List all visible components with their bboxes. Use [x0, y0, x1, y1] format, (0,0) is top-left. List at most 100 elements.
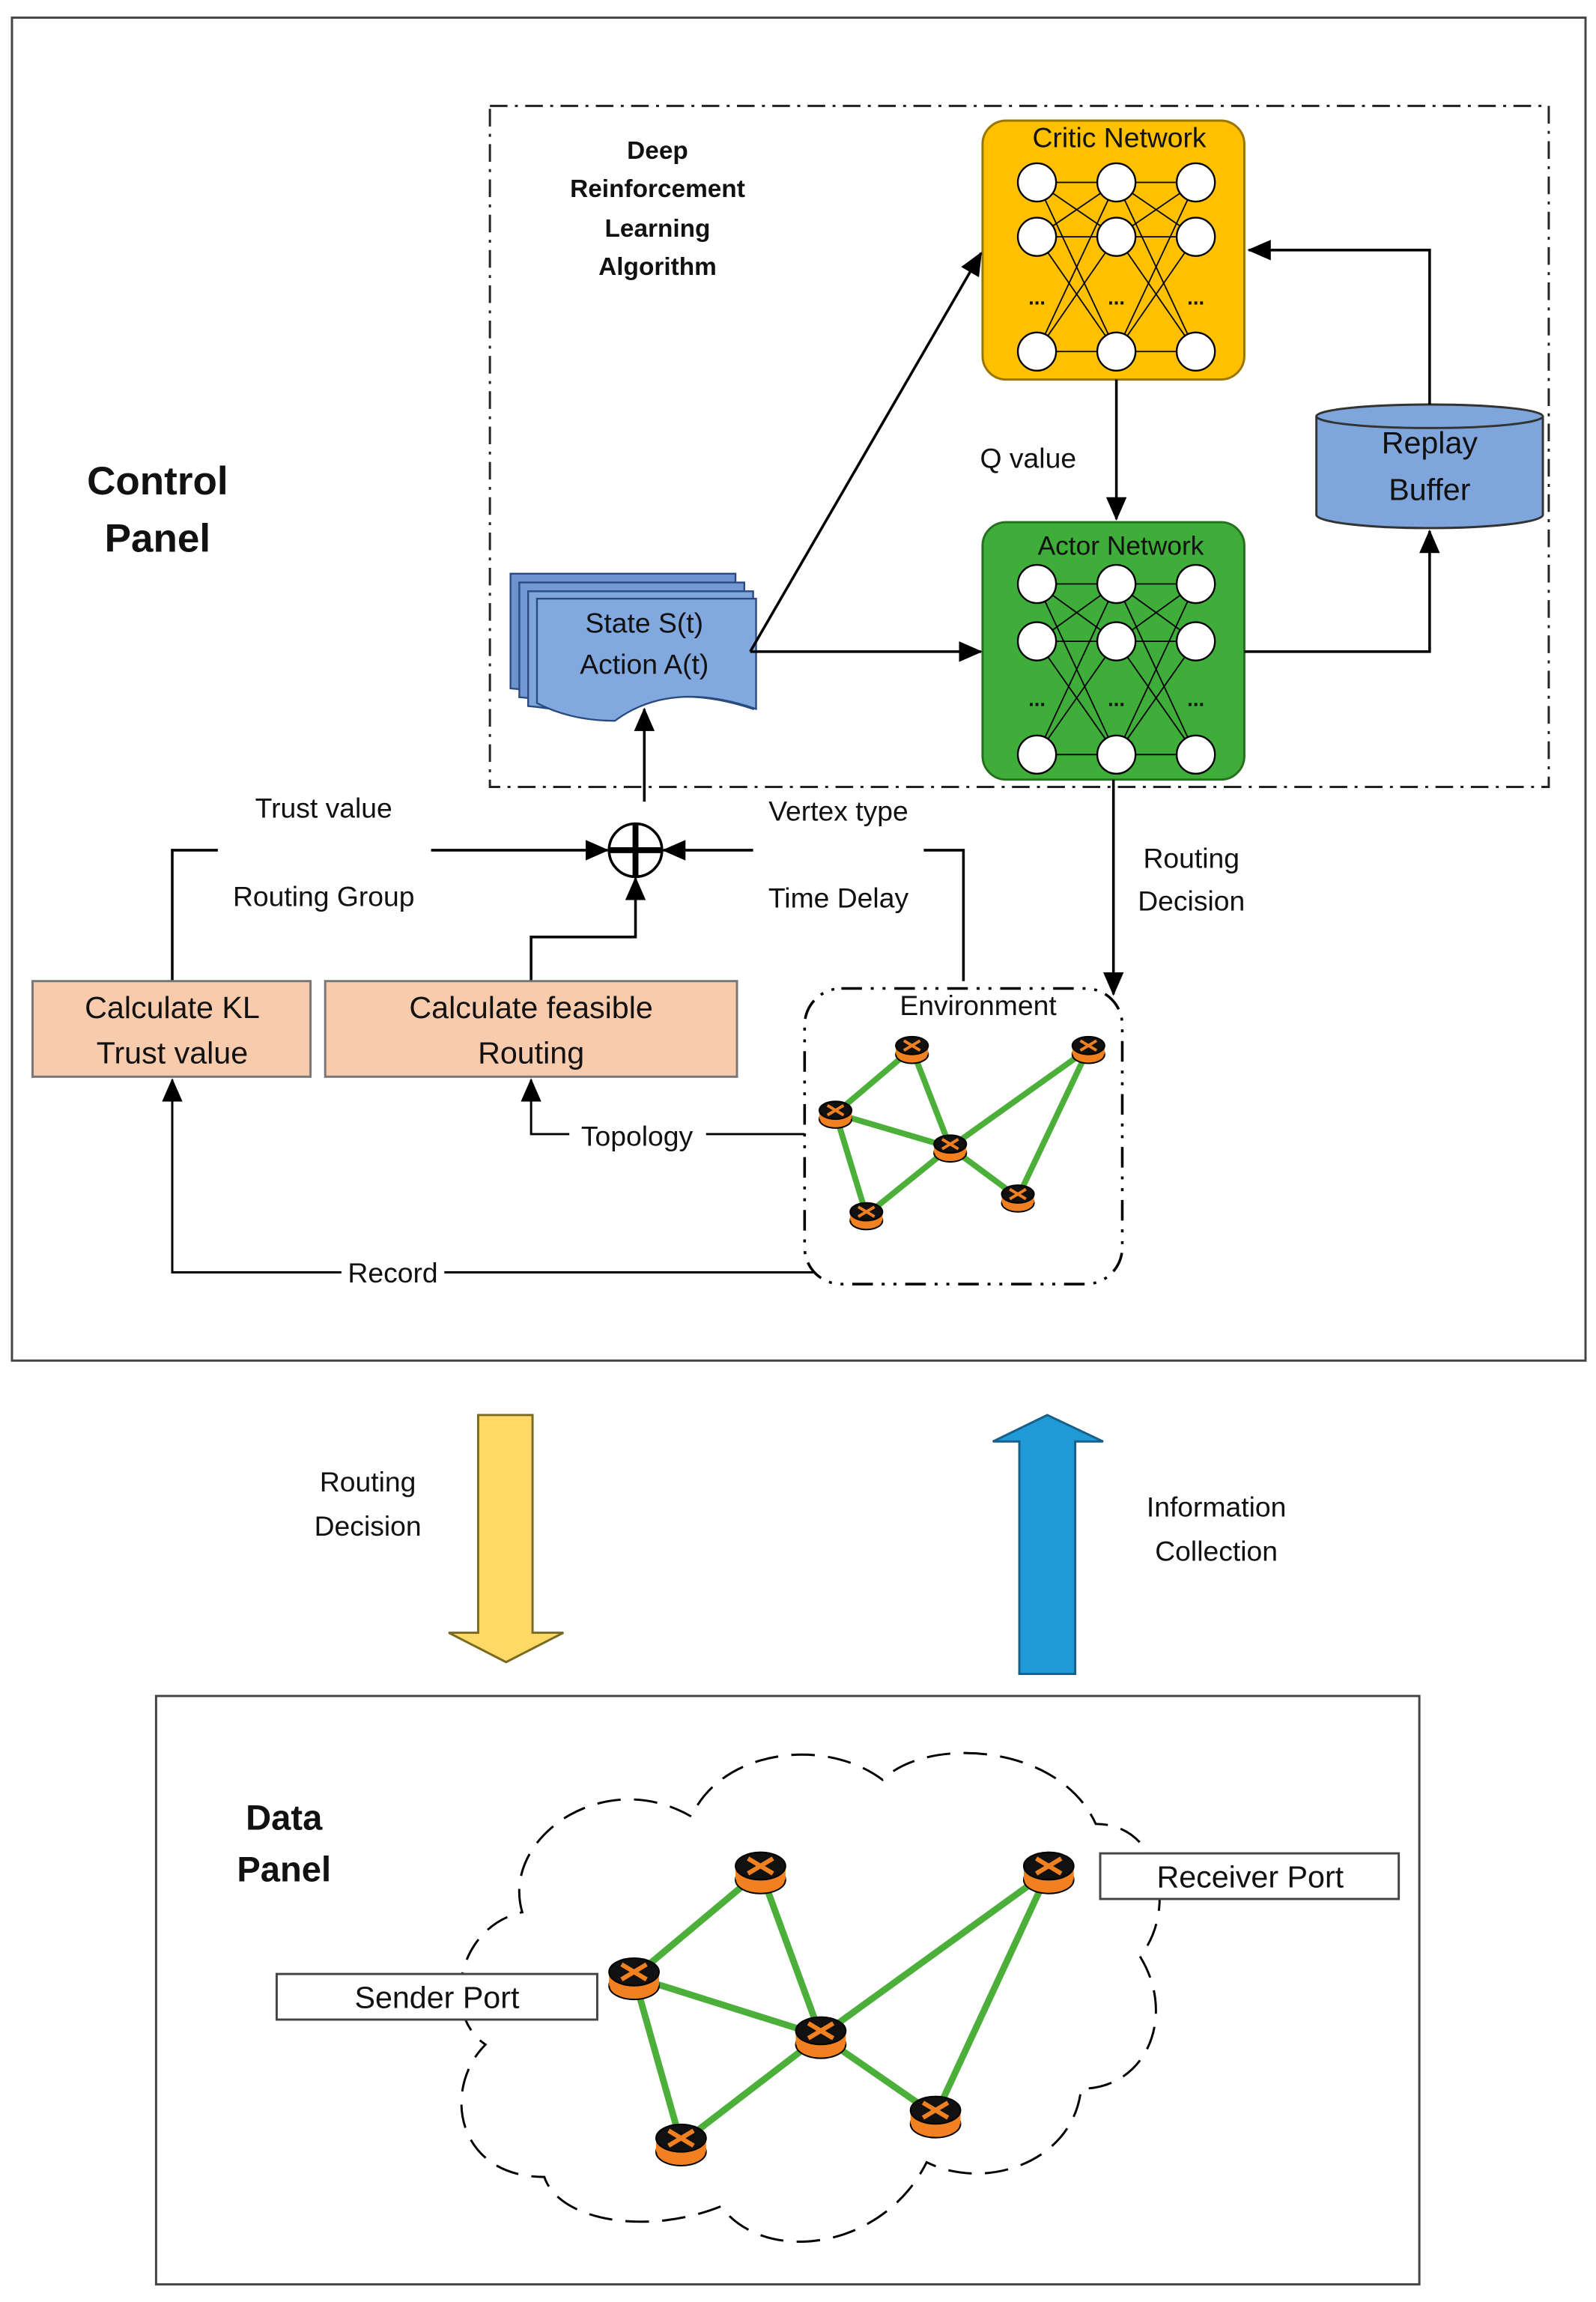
svg-text:Buffer: Buffer — [1389, 473, 1470, 507]
network-link — [633, 1973, 822, 2039]
router-icon — [818, 1100, 853, 1129]
svg-text:Reinforcement: Reinforcement — [570, 175, 745, 203]
router-icon — [1001, 1184, 1035, 1213]
data-panel-title-2: Panel — [237, 1849, 331, 1888]
svg-text:Calculate KL: Calculate KL — [85, 990, 260, 1025]
control-panel-frame — [10, 16, 1587, 1362]
calculate-feasible-routing-box: Calculate feasible Routing — [324, 980, 738, 1078]
actor-neuron — [1175, 621, 1216, 661]
critic-ellipsis: ... — [1028, 285, 1046, 309]
svg-text:Sender Port: Sender Port — [354, 1980, 520, 2014]
routing-group-label: Routing Group — [233, 881, 415, 912]
svg-text:Trust value: Trust value — [97, 1036, 248, 1070]
topology-label: Topology — [581, 1121, 694, 1152]
router-icon — [1022, 1851, 1075, 1894]
critic-neuron — [1016, 162, 1058, 203]
critic-neuron — [1016, 331, 1058, 372]
record-label: Record — [348, 1257, 437, 1288]
actor-neuron — [1175, 563, 1216, 605]
svg-text:Action A(t): Action A(t) — [580, 648, 709, 679]
drl-label: Deep Reinforcement Learning Algorithm — [570, 137, 745, 281]
routing-decision-label: Routing — [1143, 843, 1240, 874]
calculate-kl-trust-box: Calculate KL Trust value — [31, 980, 312, 1078]
q-value-label: Q value — [980, 442, 1077, 473]
time-delay-label: Time Delay — [768, 882, 909, 914]
down-arrow-label-2: Decision — [315, 1510, 422, 1542]
trust-value-line — [171, 849, 218, 981]
router-icon — [933, 1134, 968, 1163]
actor-neuron — [1175, 734, 1216, 775]
svg-text:Algorithm: Algorithm — [598, 253, 717, 281]
routing-decision-label-2: Decision — [1138, 885, 1245, 916]
data-network — [608, 1851, 1075, 2166]
router-icon — [849, 1202, 884, 1231]
routing-group-arrow — [530, 876, 646, 981]
svg-text:Actor Network: Actor Network — [1038, 531, 1204, 560]
environment-label: Environment — [899, 990, 1057, 1021]
sender-port: Sender Port — [275, 1972, 598, 2021]
actor-neuron — [1096, 563, 1137, 605]
critic-neuron — [1096, 331, 1137, 372]
critic-neuron — [1175, 331, 1216, 372]
environment-network — [818, 1035, 1105, 1231]
replay-buffer: Replay Buffer — [1315, 403, 1544, 530]
router-icon — [895, 1035, 929, 1064]
state-to-critic-arrow — [749, 252, 983, 652]
critic-neuron — [1016, 216, 1058, 257]
actor-ellipsis: ... — [1108, 688, 1125, 711]
actor-to-replay-arrow — [1244, 529, 1440, 653]
network-link — [932, 1869, 1052, 2117]
replay-to-critic-arrow — [1247, 240, 1431, 405]
up-arrow-label-2: Collection — [1155, 1535, 1278, 1566]
control-panel-title: Control — [87, 459, 228, 503]
vertex-type-label: Vertex type — [768, 796, 908, 827]
router-icon — [795, 2016, 847, 2059]
network-link — [819, 1868, 1051, 2039]
router-icon — [735, 1851, 786, 1894]
network-link — [631, 1975, 685, 2145]
information-collection-up-arrow — [992, 1414, 1104, 1676]
critic-ellipsis: ... — [1187, 285, 1204, 309]
vertex-type-line — [923, 849, 965, 981]
topology-arrow — [521, 1078, 570, 1136]
svg-text:Calculate feasible: Calculate feasible — [409, 990, 652, 1025]
trust-value-label: Trust value — [255, 793, 392, 824]
routing-decision-down-arrow — [448, 1414, 564, 1664]
network-link — [832, 1112, 870, 1217]
router-icon — [608, 1957, 660, 2001]
aggregator-plus-icon — [607, 822, 664, 879]
svg-text:Critic Network: Critic Network — [1032, 121, 1206, 153]
control-panel-title-2: Panel — [105, 516, 210, 560]
record-arrow — [162, 1078, 342, 1273]
up-arrow-label: Information — [1147, 1491, 1287, 1522]
actor-neuron — [1096, 621, 1137, 661]
receiver-port: Receiver Port — [1099, 1852, 1401, 1900]
svg-text:Replay: Replay — [1382, 425, 1478, 460]
critic-neuron — [1175, 162, 1216, 203]
actor-network: Actor Network ......... — [981, 521, 1245, 781]
actor-neuron — [1096, 734, 1137, 775]
svg-text:Routing: Routing — [478, 1036, 584, 1070]
critic-network: Critic Network ......... — [981, 119, 1245, 381]
critic-neuron — [1096, 216, 1137, 257]
router-icon — [909, 2095, 962, 2139]
network-link — [757, 1870, 825, 2038]
svg-text:State S(t): State S(t) — [586, 607, 704, 638]
network-link — [834, 1110, 951, 1151]
actor-ellipsis: ... — [1028, 688, 1046, 711]
data-panel-title: Data — [246, 1798, 323, 1838]
state-action-document: State S(t) Action A(t) — [509, 572, 757, 722]
critic-neuron — [1175, 216, 1216, 257]
svg-text:Learning: Learning — [605, 215, 711, 243]
actor-neuron — [1016, 621, 1058, 661]
network-link — [909, 1047, 953, 1149]
down-arrow-label: Routing — [320, 1466, 416, 1497]
architecture-diagram: Control Panel Deep Reinforcement Learnin… — [10, 16, 1587, 2286]
actor-neuron — [1016, 734, 1058, 775]
critic-neuron — [1096, 162, 1137, 203]
critic-ellipsis: ... — [1108, 285, 1125, 309]
svg-text:Deep: Deep — [627, 137, 688, 165]
svg-text:Receiver Port: Receiver Port — [1156, 1859, 1344, 1894]
actor-ellipsis: ... — [1187, 688, 1204, 711]
router-icon — [655, 2123, 707, 2166]
